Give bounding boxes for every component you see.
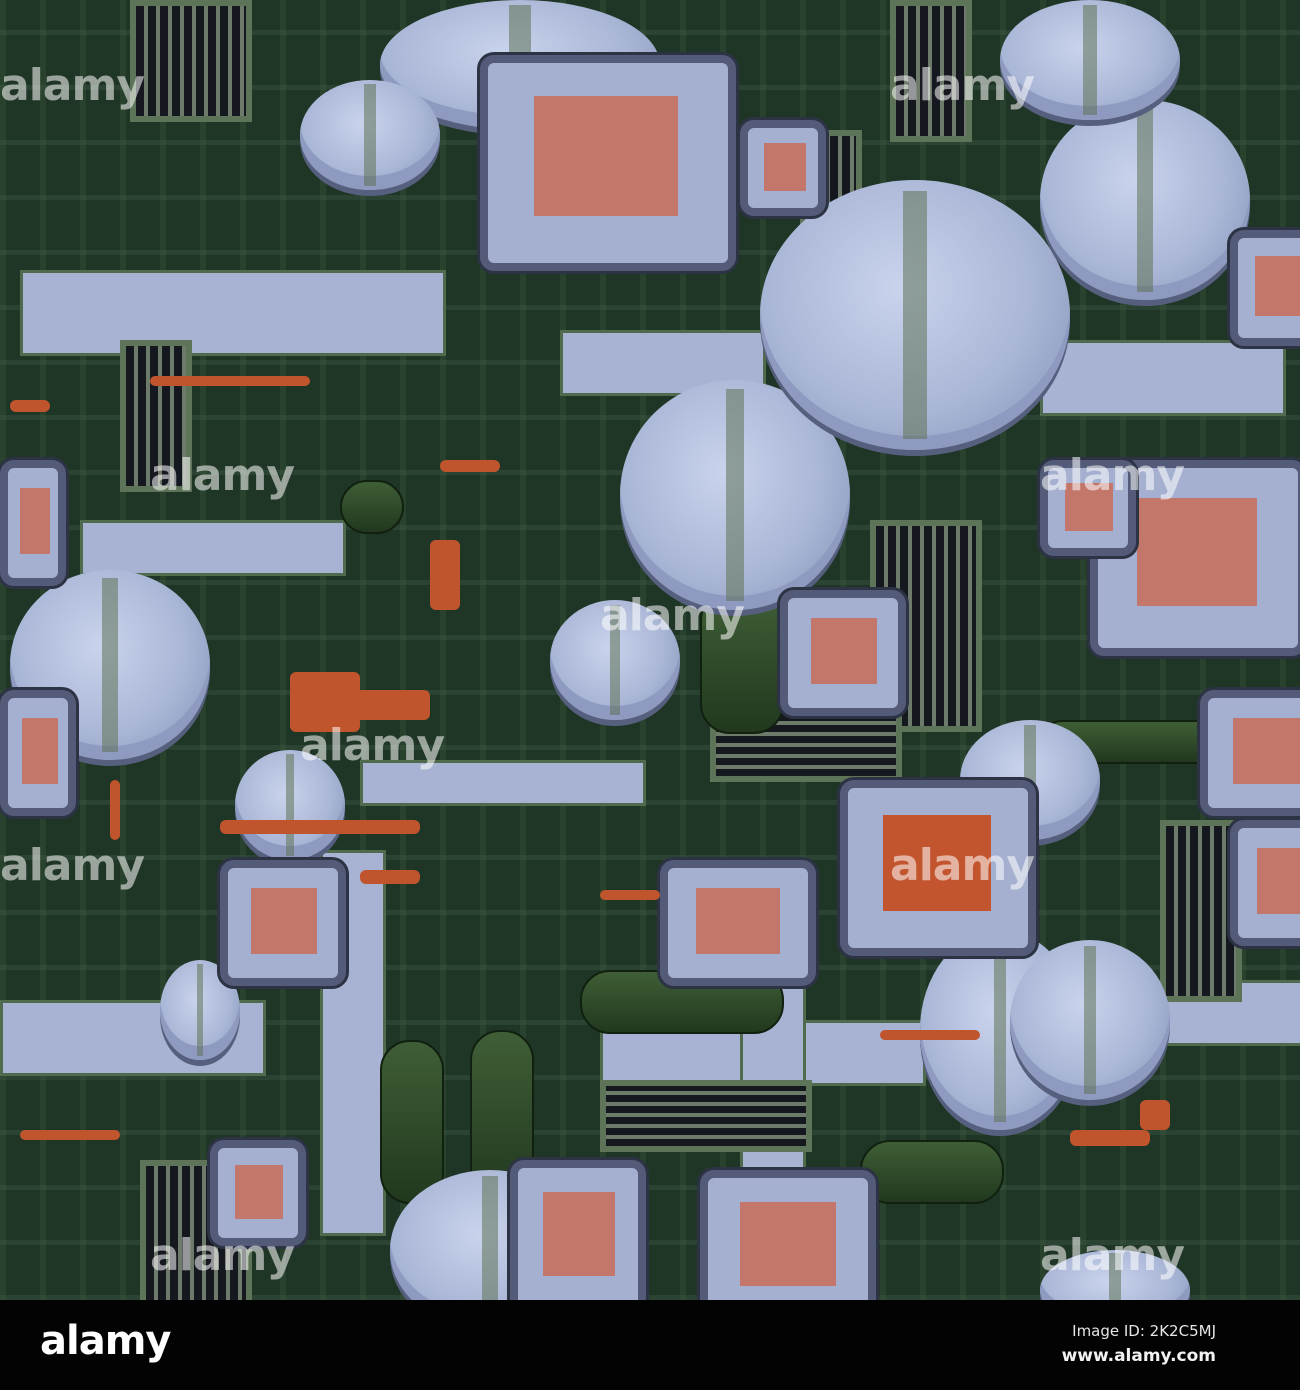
hatch: [693, 884, 784, 957]
watermark: alamy: [890, 60, 1035, 111]
armored-hatch: [700, 1170, 876, 1300]
machinery-render: alamy alamy alamy alamy alamy alamy alamy alamy…: [0, 0, 1300, 1300]
panel-bar: [80, 520, 346, 576]
orange-pipe: [340, 690, 430, 720]
orange-pipe: [880, 1030, 980, 1040]
armored-hatch: [740, 120, 826, 216]
alamy-logo: alamy: [40, 1318, 171, 1364]
watermark: alamy: [300, 720, 445, 771]
orange-pipe: [440, 460, 500, 472]
hatch: [18, 714, 61, 787]
watermark: alamy: [1040, 1230, 1185, 1281]
hatch: [1254, 844, 1300, 917]
orange-pipe: [20, 1130, 120, 1140]
watermark: alamy: [0, 60, 145, 111]
hatch: [1252, 253, 1300, 319]
hatch: [1229, 714, 1300, 787]
hatch: [232, 1161, 287, 1222]
cylinder-tank: [300, 80, 440, 190]
fuel-tank: [340, 480, 404, 534]
orange-pipe: [150, 376, 310, 386]
panel-bar: [1040, 340, 1286, 416]
orange-pipe: [430, 540, 460, 610]
stock-image: alamy alamy alamy alamy alamy alamy alamy alamy…: [0, 0, 1300, 1390]
watermark: alamy: [600, 590, 745, 641]
armored-hatch: [0, 460, 66, 586]
vent-grille: [600, 1080, 812, 1152]
orange-pipe: [600, 890, 660, 900]
armored-hatch: [1230, 230, 1300, 346]
armored-hatch: [510, 1160, 646, 1300]
watermark: alamy: [150, 450, 295, 501]
fuel-tank: [860, 1140, 1004, 1204]
cylinder-tank: [1010, 940, 1170, 1100]
watermark: alamy: [1040, 450, 1185, 501]
orange-pipe: [1140, 1100, 1170, 1130]
image-id: Image ID: 2K2C5MJ: [1072, 1322, 1216, 1340]
hatch: [247, 884, 320, 957]
armored-hatch: [1230, 820, 1300, 946]
hatch: [531, 93, 682, 219]
hatch: [1134, 495, 1260, 609]
armored-hatch: [1200, 690, 1300, 816]
hatch: [17, 484, 53, 557]
orange-pipe: [360, 870, 420, 884]
hatch: [807, 614, 880, 687]
site-url[interactable]: www.alamy.com: [1062, 1346, 1216, 1366]
orange-pipe: [220, 820, 420, 834]
armored-hatch: [660, 860, 816, 986]
orange-pipe: [1070, 1130, 1150, 1146]
hatch: [736, 1199, 839, 1289]
cylinder-tank: [760, 180, 1070, 450]
armored-hatch: [220, 860, 346, 986]
orange-pipe: [10, 400, 50, 412]
fuel-tank: [380, 1040, 444, 1204]
panel-bar: [20, 270, 446, 356]
armored-hatch: [780, 590, 906, 716]
watermark: alamy: [0, 840, 145, 891]
footer-bar: alamy Image ID: 2K2C5MJ www.alamy.com: [0, 1300, 1300, 1390]
watermark: alamy: [890, 840, 1035, 891]
hatch: [539, 1189, 618, 1279]
hatch: [760, 140, 809, 194]
watermark: alamy: [150, 1230, 295, 1281]
armored-hatch: [480, 55, 736, 271]
vent-grille: [130, 0, 252, 122]
cylinder-tank: [1040, 100, 1250, 300]
armored-hatch: [0, 690, 76, 816]
orange-pipe: [110, 780, 120, 840]
